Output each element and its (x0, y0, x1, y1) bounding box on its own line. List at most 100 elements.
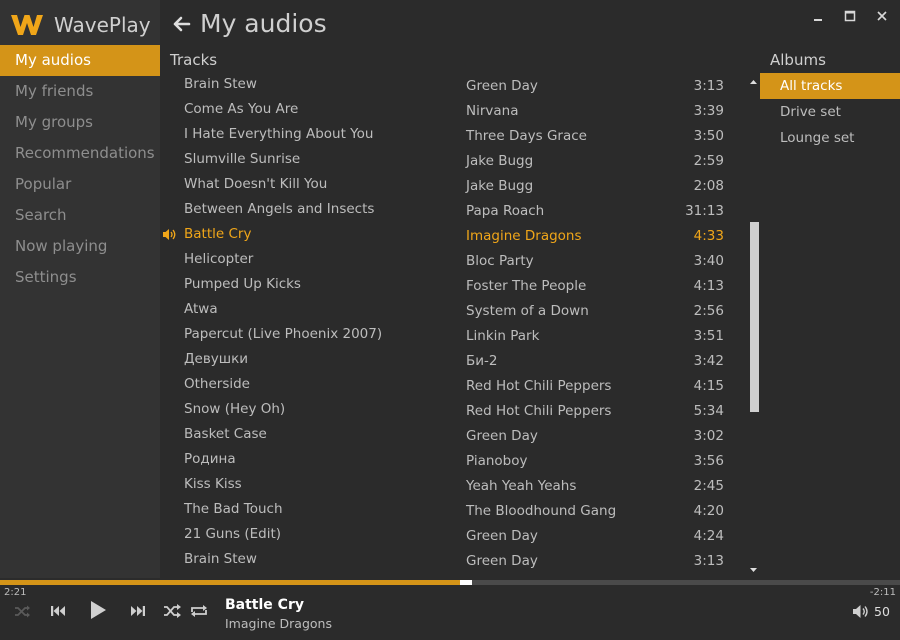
previous-icon[interactable] (48, 601, 68, 621)
track-row-meta[interactable]: Green Day 3:13 (460, 549, 740, 574)
shuffle-icon[interactable] (12, 601, 32, 621)
app-logo: WavePlay (10, 10, 151, 40)
track-artist: Linkin Park (466, 328, 540, 344)
track-title: Helicopter (184, 251, 254, 267)
maximize-icon (844, 10, 856, 22)
album-item-drive-set[interactable]: Drive set (760, 99, 900, 125)
track-row-meta[interactable]: Green Day 3:02 (460, 424, 740, 449)
track-title: Papercut (Live Phoenix 2007) (184, 326, 383, 342)
track-row-meta[interactable]: Jake Bugg 2:08 (460, 174, 740, 199)
track-row-meta[interactable]: The Bloodhound Gang 4:20 (460, 499, 740, 524)
track-title: Otherside (184, 376, 250, 392)
track-row-meta[interactable]: Three Days Grace 3:50 (460, 124, 740, 149)
track-row[interactable]: The Bad Touch (160, 497, 450, 522)
track-duration: 4:15 (693, 378, 724, 394)
track-title: Basket Case (184, 426, 267, 442)
scroll-down-icon[interactable] (749, 566, 758, 574)
scroll-up-icon[interactable] (749, 78, 758, 86)
track-row-meta[interactable]: Linkin Park 3:51 (460, 324, 740, 349)
track-row[interactable]: Basket Case (160, 422, 450, 447)
track-row-meta[interactable]: Red Hot Chili Peppers 4:15 (460, 374, 740, 399)
track-row-meta[interactable]: Nirvana 3:39 (460, 99, 740, 124)
shuffle-mode-icon[interactable] (162, 601, 182, 621)
progress-handle[interactable] (460, 580, 473, 585)
track-duration: 3:50 (693, 128, 724, 144)
volume-value[interactable]: 50 (874, 604, 890, 619)
nav-item-now-playing[interactable]: Now playing (0, 231, 160, 262)
nav-item-search[interactable]: Search (0, 200, 160, 231)
track-artist: Three Days Grace (466, 128, 587, 144)
album-item-all-tracks[interactable]: All tracks (760, 73, 900, 99)
app-name: WavePlay (54, 13, 151, 37)
track-row[interactable]: Brain Stew (160, 72, 450, 97)
track-artist: Jake Bugg (466, 178, 534, 194)
track-duration: 31:13 (685, 203, 724, 219)
album-item-lounge-set[interactable]: Lounge set (760, 125, 900, 151)
track-row[interactable]: Helicopter (160, 247, 450, 272)
track-duration: 2:45 (693, 478, 724, 494)
track-row[interactable]: Девушки (160, 347, 450, 372)
next-icon[interactable] (128, 601, 148, 621)
track-row-meta[interactable]: Green Day 3:13 (460, 74, 740, 99)
nav-item-popular[interactable]: Popular (0, 169, 160, 200)
track-row[interactable]: Pumped Up Kicks (160, 272, 450, 297)
nav-item-recommendations[interactable]: Recommendations (0, 138, 160, 169)
track-row-meta[interactable]: Би-2 3:42 (460, 349, 740, 374)
track-duration: 3:13 (693, 553, 724, 569)
albums-list: All tracks Drive set Lounge set (760, 73, 900, 151)
track-artist: Jake Bugg (466, 153, 534, 169)
track-row[interactable]: Otherside (160, 372, 450, 397)
track-row-meta[interactable]: Imagine Dragons 4:33 (460, 224, 740, 249)
track-row[interactable]: Родина (160, 447, 450, 472)
track-artist: Nirvana (466, 103, 519, 119)
track-row-meta[interactable]: Red Hot Chili Peppers 5:34 (460, 399, 740, 424)
track-duration: 3:56 (693, 453, 724, 469)
track-row[interactable]: Come As You Are (160, 97, 450, 122)
maximize-button[interactable] (840, 6, 860, 26)
nav-item-my-friends[interactable]: My friends (0, 76, 160, 107)
track-row[interactable]: Battle Cry (160, 222, 450, 247)
nav-item-my-groups[interactable]: My groups (0, 107, 160, 138)
minimize-button[interactable] (808, 6, 828, 26)
track-row[interactable]: What Doesn't Kill You (160, 172, 450, 197)
track-artist: Би-2 (466, 353, 498, 369)
track-row[interactable]: Kiss Kiss (160, 472, 450, 497)
track-row-meta[interactable]: Green Day 4:24 (460, 524, 740, 549)
track-row[interactable]: Between Angels and Insects (160, 197, 450, 222)
page-title: My audios (200, 9, 327, 38)
track-row-meta[interactable]: Yeah Yeah Yeahs 2:45 (460, 474, 740, 499)
track-artist: Red Hot Chili Peppers (466, 403, 612, 419)
track-row[interactable]: Brain Stew (160, 547, 450, 572)
track-row[interactable]: Papercut (Live Phoenix 2007) (160, 322, 450, 347)
progress-bar[interactable] (0, 580, 900, 585)
track-title: Atwa (184, 301, 218, 317)
track-row[interactable]: I Hate Everything About You (160, 122, 450, 147)
nav-item-settings[interactable]: Settings (0, 262, 160, 293)
scrollbar-thumb[interactable] (750, 222, 759, 412)
track-duration: 2:59 (693, 153, 724, 169)
track-row-meta[interactable]: Papa Roach 31:13 (460, 199, 740, 224)
track-row-meta[interactable]: Bloc Party 3:40 (460, 249, 740, 274)
track-row[interactable]: Snow (Hey Oh) (160, 397, 450, 422)
track-row-meta[interactable]: Foster The People 4:13 (460, 274, 740, 299)
now-playing-artist: Imagine Dragons (225, 616, 332, 631)
track-title: Brain Stew (184, 551, 257, 567)
track-row[interactable]: Atwa (160, 297, 450, 322)
track-row[interactable]: Slumville Sunrise (160, 147, 450, 172)
nav-item-my-audios[interactable]: My audios (0, 45, 160, 76)
track-duration: 3:13 (693, 78, 724, 94)
back-arrow-icon[interactable] (172, 14, 192, 34)
track-artist: Imagine Dragons (466, 228, 582, 244)
main-nav: My audios My friends My groups Recommendati… (0, 45, 160, 293)
track-duration: 4:33 (693, 228, 724, 244)
track-row[interactable]: 21 Guns (Edit) (160, 522, 450, 547)
volume-icon[interactable] (852, 604, 870, 619)
repeat-icon[interactable] (189, 601, 209, 621)
track-duration: 3:51 (693, 328, 724, 344)
track-row-meta[interactable]: Jake Bugg 2:59 (460, 149, 740, 174)
track-row-meta[interactable]: Pianoboy 3:56 (460, 449, 740, 474)
play-icon[interactable] (86, 598, 110, 622)
track-title: 21 Guns (Edit) (184, 526, 282, 542)
track-row-meta[interactable]: System of a Down 2:56 (460, 299, 740, 324)
close-button[interactable] (872, 6, 892, 26)
